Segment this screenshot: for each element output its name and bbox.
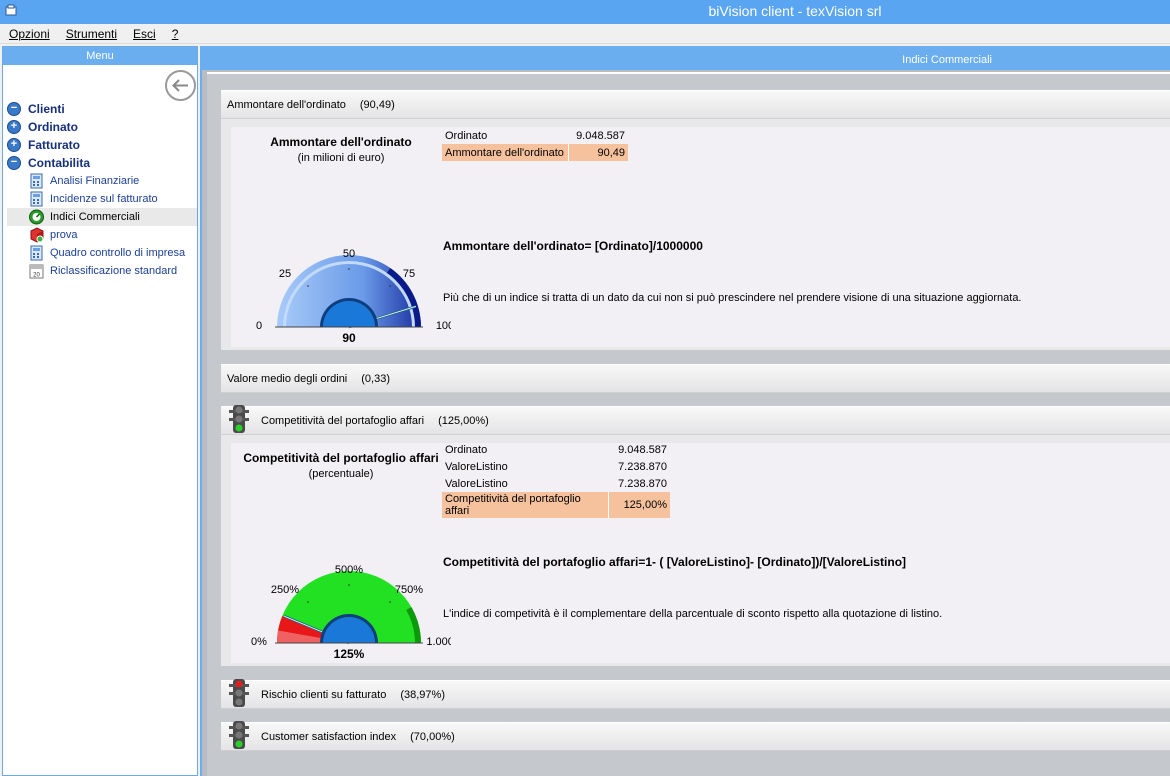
section-body: Ammontare dell'ordinato (in milioni di e… [231,127,1170,347]
content-panel-header: Indici Commerciali [202,46,1170,70]
gauge-chart: 0% 250% 500% 750% 1.000% 125% [251,564,451,659]
gauge-value-label: 90 [342,331,356,343]
svg-text:20: 20 [33,273,40,279]
menu-bar: Opzioni Strumenti Esci? [0,24,1170,44]
gauge-tick [389,285,391,287]
description-text: L'indice di competività è il complementa… [443,608,943,620]
gauge-tick-label: 25 [279,268,291,280]
tree-item-riclassificazione[interactable]: 20 Riclassificazione standard [7,262,197,280]
calculator-icon [30,245,43,261]
gauge-tick-label: 50 [343,248,355,260]
section-header[interactable]: Competitività del portafoglio affari (125… [221,405,1170,435]
menu-panel-header: Menu [3,47,197,65]
table-row: Competitività del portafoglio affari 125,… [442,492,670,518]
gauge-tick-label: 1.000% [426,636,451,648]
calculator-icon [30,173,43,189]
formula-text: Ammontare dell'ordinato= [Ordinato]/1000… [443,239,703,253]
gauge-tick-label: 100 [436,320,451,332]
calendar-icon: 20 [29,264,44,279]
section-valore-medio: Valore medio degli ordini (0,33) [221,364,1170,393]
back-button[interactable] [165,70,196,101]
gauge-tick-label: 0 [256,320,262,332]
content-area: Ammontare dell'ordinato (90,49) Ammontare… [207,72,1170,776]
tree-item-indici-commerciali[interactable]: Indici Commerciali [7,208,197,226]
arrow-left-icon [172,79,188,92]
section-customer-satisfaction: Customer satisfaction index (70,00%) [221,721,1170,751]
section-header[interactable]: Rischio clienti su fatturato (38,97%) [221,679,1170,709]
collapse-icon[interactable]: − [7,156,21,170]
gauge-title: Competitività del portafoglio affari [243,451,439,465]
gauge-subtitle: (percentuale) [308,468,374,480]
traffic-light-green-icon [229,721,249,750]
tree-node-fatturato[interactable]: + Fatturato [7,136,197,154]
cube-icon [30,227,44,243]
section-header[interactable]: Valore medio degli ordini (0,33) [221,365,1170,393]
table-row: Ammontare dell'ordinato 90,49 [442,144,628,161]
content-panel: Indici Commerciali Ammontare dell'ordina… [200,46,1170,776]
tree-node-clienti[interactable]: − Clienti [7,100,197,118]
title-bar: biVision client - texVision srl [0,0,1170,24]
gauge-tick-label: 75 [403,268,415,280]
menu-panel: Menu − Clienti + Ordinato + Fatturato − … [2,46,198,776]
gauge-tick-label: 0% [251,636,267,648]
gauge-tick-label: 750% [395,584,423,596]
calculator-icon [30,191,43,207]
gauge-title: Ammontare dell'ordinato [270,135,412,149]
gauge-value-label: 125% [334,647,365,659]
traffic-light-red-icon [229,679,249,708]
gauge-tick [307,285,309,287]
gauge-tick [389,601,391,603]
tree-item-prova[interactable]: prova [7,226,197,244]
tree-node-contabilita[interactable]: − Contabilita [7,154,197,172]
table-row: Ordinato 9.048.587 [445,443,667,456]
tree-item-incidenze[interactable]: Incidenze sul fatturato [7,190,197,208]
data-table: Ordinato 9.048.587 Ammontare dell'ordinat… [442,127,628,161]
expand-icon[interactable]: + [7,138,21,152]
gauge-tick-label: 500% [335,564,363,576]
gauge-icon [29,209,44,225]
menu-esci[interactable]: Esci [124,24,163,41]
menu-help[interactable]: ? [163,24,186,41]
gauge-tick [348,584,350,586]
tree-item-analisi-finanziarie[interactable]: Analisi Finanziarie [7,172,197,190]
menu-tree: − Clienti + Ordinato + Fatturato − Conta… [7,100,197,280]
gauge-chart: 0 25 50 75 100 90 [256,248,451,343]
formula-text: Competitività del portafoglio affari=1- … [443,555,907,569]
collapse-icon[interactable]: − [7,102,21,116]
table-row: ValoreListino 7.238.870 [445,460,667,473]
gauge-tick [348,268,350,270]
section-header[interactable]: Ammontare dell'ordinato (90,49) [221,91,1170,119]
expand-icon[interactable]: + [7,120,21,134]
table-row: ValoreListino 7.238.870 [445,477,667,490]
tree-node-ordinato[interactable]: + Ordinato [7,118,197,136]
section-header[interactable]: Customer satisfaction index (70,00%) [221,721,1170,751]
gauge-tick-label: 250% [271,584,299,596]
gauge-subtitle: (in milioni di euro) [297,152,385,164]
traffic-light-green-icon [229,405,249,434]
data-table: Ordinato 9.048.587 ValoreListino 7.238.870… [442,441,670,518]
section-competitivita: Competitività del portafoglio affari (125… [221,405,1170,666]
section-body: Competitività del portafoglio affari (pe… [231,443,1170,663]
gauge-tick [307,601,309,603]
tree-item-quadro-controllo[interactable]: Quadro controllo di impresa [7,244,197,262]
menu-opzioni[interactable]: Opzioni [0,24,57,41]
table-row: Ordinato 9.048.587 [445,129,625,142]
window-title: biVision client - texVision srl [708,3,882,19]
description-text: Più che di un indice si tratta di un dat… [443,292,1022,304]
section-ammontare: Ammontare dell'ordinato (90,49) Ammontare… [221,90,1170,350]
menu-strumenti[interactable]: Strumenti [57,24,124,41]
section-rischio: Rischio clienti su fatturato (38,97%) [221,679,1170,709]
